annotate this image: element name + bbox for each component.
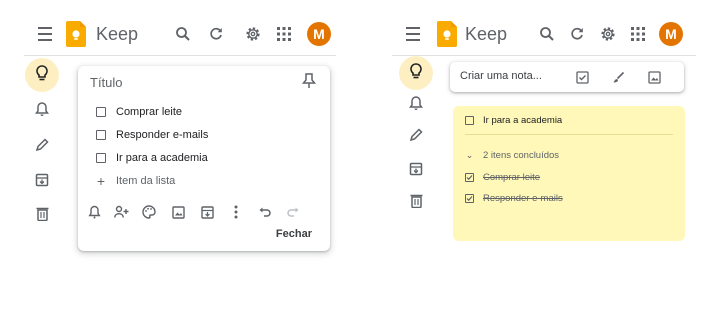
- note-card[interactable]: Ir para a academia ⌄ 2 itens concluídos …: [453, 106, 685, 241]
- pencil-icon: [409, 127, 423, 147]
- checkbox[interactable]: [465, 115, 474, 125]
- bell-icon: [35, 101, 49, 122]
- app-title: Keep: [465, 24, 508, 44]
- refresh-icon[interactable]: [205, 23, 227, 45]
- list-item-text[interactable]: Comprar leite: [116, 106, 182, 118]
- close-button[interactable]: Fechar: [276, 228, 312, 240]
- keep-logo-icon: [437, 21, 457, 47]
- list-item-done[interactable]: Comprar leite: [465, 170, 540, 184]
- redo-icon[interactable]: [285, 204, 301, 220]
- archive-icon: [35, 173, 49, 192]
- pencil-icon: [35, 137, 49, 157]
- image-icon[interactable]: [170, 204, 186, 220]
- completed-toggle[interactable]: ⌄ 2 itens concluídos: [465, 148, 559, 162]
- apps-grid-icon[interactable]: [273, 23, 295, 45]
- list-item-text: Responder e-mails: [483, 192, 563, 204]
- note-title-input[interactable]: Título: [90, 75, 123, 90]
- palette-icon[interactable]: [141, 204, 157, 220]
- trash-icon: [410, 193, 423, 213]
- settings-icon[interactable]: [597, 23, 619, 45]
- completed-label: 2 itens concluídos: [483, 149, 560, 161]
- pin-icon[interactable]: [300, 72, 318, 90]
- list-item-text[interactable]: Ir para a academia: [116, 152, 208, 164]
- checkbox[interactable]: [96, 153, 106, 163]
- checkbox[interactable]: [96, 107, 106, 117]
- list-item-done[interactable]: Responder e-mails: [465, 191, 563, 205]
- list-item[interactable]: Comprar leite: [96, 104, 182, 120]
- menu-icon[interactable]: [34, 27, 56, 41]
- sidebar-item-notes[interactable]: [399, 56, 433, 90]
- avatar[interactable]: M: [659, 22, 683, 46]
- sidebar-item-archive[interactable]: [399, 154, 433, 188]
- search-icon[interactable]: [536, 23, 558, 45]
- search-icon[interactable]: [172, 23, 194, 45]
- right-panel: Keep M Criar uma nota... Ir para a acade…: [368, 0, 720, 322]
- list-item[interactable]: Ir para a academia: [96, 150, 208, 166]
- list-item-text: Comprar leite: [483, 171, 541, 183]
- left-panel: Keep M Título Comprar leite Responder e-…: [0, 0, 360, 322]
- lightbulb-icon: [35, 64, 49, 86]
- lightbulb-icon: [409, 62, 423, 84]
- take-note-input[interactable]: Criar uma nota...: [460, 70, 542, 82]
- trash-icon: [36, 206, 49, 226]
- archive-icon: [409, 162, 423, 181]
- add-list-item[interactable]: + Item da lista: [96, 173, 175, 189]
- apps-grid-icon[interactable]: [627, 23, 649, 45]
- avatar[interactable]: M: [307, 22, 331, 46]
- take-note-bar[interactable]: Criar uma nota...: [450, 62, 684, 92]
- list-item[interactable]: Responder e-mails: [96, 127, 208, 143]
- bell-plus-icon[interactable]: [86, 204, 102, 220]
- list-item-text[interactable]: Responder e-mails: [116, 129, 208, 141]
- app-header: Keep M: [24, 12, 336, 56]
- sidebar-item-trash[interactable]: [25, 199, 59, 233]
- refresh-icon[interactable]: [566, 23, 588, 45]
- new-list-icon[interactable]: [574, 69, 590, 85]
- sidebar-item-archive[interactable]: [25, 165, 59, 199]
- sidebar-item-notes[interactable]: [25, 58, 59, 92]
- app-header: Keep M: [392, 12, 696, 56]
- sidebar-item-trash[interactable]: [399, 186, 433, 220]
- bell-icon: [409, 95, 423, 116]
- menu-icon[interactable]: [402, 27, 424, 41]
- divider: [465, 134, 673, 135]
- sidebar-item-edit-labels[interactable]: [25, 130, 59, 164]
- list-item[interactable]: Ir para a academia: [465, 113, 562, 127]
- sidebar-item-reminders[interactable]: [25, 94, 59, 128]
- sidebar-item-edit-labels[interactable]: [399, 120, 433, 154]
- sidebar-item-reminders[interactable]: [399, 88, 433, 122]
- brush-icon[interactable]: [610, 69, 626, 85]
- keep-logo-icon: [66, 21, 86, 47]
- chevron-down-icon: ⌄: [465, 149, 474, 160]
- app-title: Keep: [96, 24, 139, 44]
- archive-icon[interactable]: [199, 204, 215, 220]
- list-item-text: Ir para a academia: [483, 114, 563, 126]
- add-collaborator-icon[interactable]: [113, 204, 129, 220]
- plus-icon: +: [96, 173, 106, 189]
- checkbox[interactable]: [96, 130, 106, 140]
- more-vert-icon[interactable]: [228, 204, 244, 220]
- checked-checkbox[interactable]: [465, 172, 474, 182]
- settings-icon[interactable]: [242, 23, 264, 45]
- checked-checkbox[interactable]: [465, 193, 474, 203]
- note-editor[interactable]: Título Comprar leite Responder e-mails I…: [78, 66, 330, 251]
- image-icon[interactable]: [646, 69, 662, 85]
- add-item-label[interactable]: Item da lista: [116, 175, 175, 187]
- undo-icon[interactable]: [257, 204, 273, 220]
